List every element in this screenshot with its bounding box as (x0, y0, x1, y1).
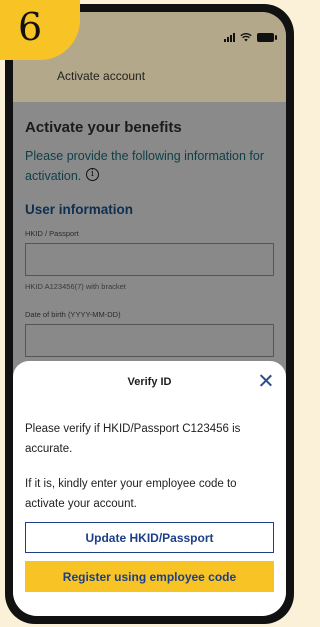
section-title: User information (25, 202, 134, 217)
hkid-hint: HKID A123456(7) with bracket (25, 282, 126, 291)
close-icon[interactable] (259, 374, 272, 387)
sheet-title: Verify ID (127, 376, 172, 388)
intro-text: Please provide the following information… (25, 146, 274, 186)
hkid-field[interactable] (25, 243, 274, 276)
hkid-label: HKID / Passport (25, 229, 79, 238)
intro-label: Please provide the following information… (25, 149, 265, 183)
register-employee-code-button[interactable]: Register using employee code (25, 561, 274, 592)
sheet-header: Verify ID (25, 361, 274, 401)
app-screen: Activate account Activate your benefits … (13, 12, 286, 616)
battery-icon (257, 32, 277, 42)
verify-message: Please verify if HKID/Passport C123456 i… (25, 423, 241, 455)
wifi-icon (240, 32, 252, 42)
signal-icon (224, 32, 235, 42)
info-icon[interactable]: i (85, 168, 99, 181)
phone-frame: Activate account Activate your benefits … (5, 4, 294, 624)
employee-code-message: If it is, kindly enter your employee cod… (25, 478, 237, 510)
page-title: Activate your benefits (25, 119, 182, 136)
status-bar (224, 32, 277, 42)
update-hkid-button[interactable]: Update HKID/Passport (25, 522, 274, 553)
header-title: Activate account (57, 69, 146, 83)
dob-label: Date of birth (YYYY-MM-DD) (25, 310, 121, 319)
dob-field[interactable] (25, 324, 274, 357)
verify-id-sheet: Verify ID Please verify if HKID/Passport… (13, 361, 286, 616)
